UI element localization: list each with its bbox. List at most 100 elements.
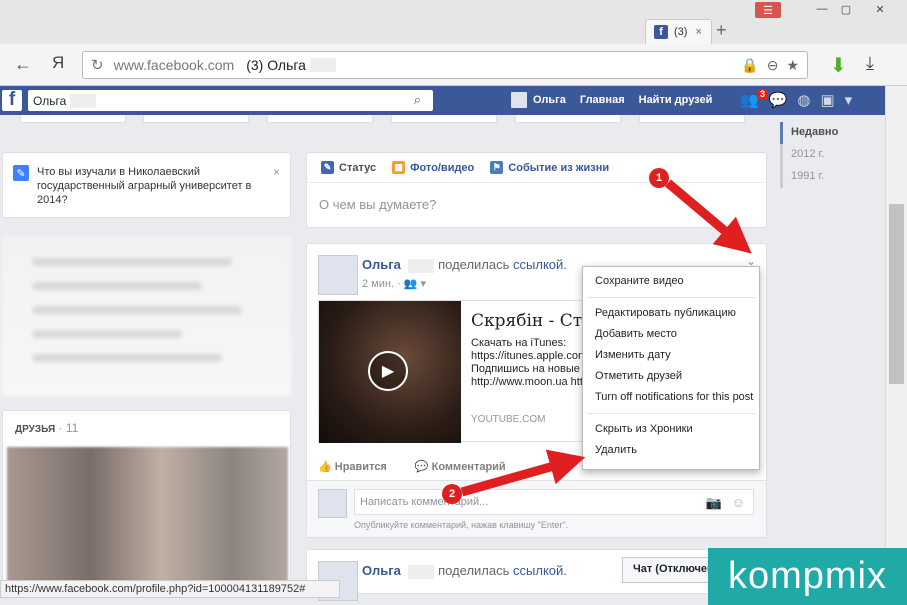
browser-menu-icon[interactable]: ☰	[755, 2, 781, 18]
facebook-header: f Ольга ⌕ Ольга Главная Найти друзей 👥 💬…	[0, 86, 885, 115]
comment-placeholder: Написать комментарий...	[360, 496, 489, 508]
page-title: (3) Ольга	[246, 57, 306, 73]
avatar	[318, 489, 347, 518]
comment-input[interactable]: Написать комментарий... 📷 ☺	[354, 489, 754, 515]
post-link-word[interactable]: ссылкой.	[513, 563, 567, 578]
menu-item-save-video[interactable]: Сохраните видео	[583, 271, 759, 292]
menu-item-turn-off-notifications[interactable]: Turn off notifications for this post	[583, 387, 759, 408]
menu-item-tag-friends[interactable]: Отметить друзей	[583, 366, 759, 387]
menu-item-delete[interactable]: Удалить	[583, 440, 759, 461]
nav-find-friends-link[interactable]: Найти друзей	[639, 94, 713, 106]
menu-divider	[587, 413, 755, 414]
tab-photo-video[interactable]: ▦ Фото/видео	[392, 161, 474, 174]
bookmark-star-icon[interactable]: ★	[786, 57, 799, 74]
video-thumbnail[interactable]: ▶	[319, 301, 461, 443]
post-link-word[interactable]: ссылкой.	[513, 257, 567, 272]
menu-item-add-location[interactable]: Добавить место	[583, 324, 759, 345]
address-bar-row: ← Я ↻ www.facebook.com (3) Ольга 🔒 ⊖ ★ ⬇…	[0, 44, 907, 86]
cover-tab[interactable]	[639, 115, 745, 123]
post-time[interactable]: 2 мин.	[362, 278, 394, 290]
fb-nav: Ольга Главная Найти друзей	[511, 92, 712, 108]
cover-tab[interactable]	[20, 115, 126, 123]
menu-item-change-date[interactable]: Изменить дату	[583, 345, 759, 366]
year-item[interactable]: 1991 г.	[783, 166, 870, 188]
zoom-icon[interactable]: ⊖	[767, 57, 779, 74]
play-icon[interactable]: ▶	[368, 351, 408, 391]
search-icon[interactable]: ⌕	[414, 92, 421, 108]
kompmix-watermark: kompmix	[708, 548, 907, 605]
blurred-line	[32, 330, 182, 338]
menu-divider	[587, 297, 755, 298]
tab-status-label: Статус	[339, 161, 377, 174]
post-author[interactable]: Ольга	[362, 257, 401, 272]
tab-close-icon[interactable]: ×	[695, 26, 701, 38]
menu-item-edit-post[interactable]: Редактировать публикацию	[583, 303, 759, 324]
cover-tab[interactable]	[515, 115, 621, 123]
cover-tab[interactable]	[143, 115, 249, 123]
browser-tab[interactable]: f (3) ×	[645, 19, 712, 44]
tab-title: (3)	[674, 26, 688, 38]
download-green-icon[interactable]: ⬇	[830, 53, 847, 78]
year-item[interactable]: Недавно	[780, 122, 870, 144]
link-source: YOUTUBE.COM	[471, 414, 546, 425]
cover-tab[interactable]	[267, 115, 373, 123]
link-description: Скачать на iTunes: https://itunes.apple.…	[471, 337, 586, 389]
post-author[interactable]: Ольга	[362, 563, 401, 578]
search-input[interactable]: Ольга ⌕	[28, 90, 433, 111]
blurred-intro-block	[2, 236, 291, 396]
tab-status[interactable]: ✎ Статус	[321, 161, 376, 174]
lock-icon[interactable]: 🔒	[741, 57, 758, 74]
comment-hint: Опубликуйте комментарий, нажав клавишу "…	[354, 520, 569, 530]
back-arrow-icon[interactable]: ←	[14, 54, 32, 75]
avatar[interactable]	[318, 255, 358, 295]
nav-profile-link[interactable]: Ольга	[533, 94, 566, 106]
friends-photo-grid[interactable]	[7, 447, 288, 589]
omnibox-icons: 🔒 ⊖ ★	[741, 57, 799, 74]
friend-requests-icon[interactable]: 👥	[740, 91, 759, 109]
settings-chevron-icon[interactable]: ▾	[845, 91, 853, 109]
friends-separator: ·	[58, 421, 66, 435]
avatar[interactable]	[511, 92, 527, 108]
menu-item-hide-from-timeline[interactable]: Скрыть из Хроники	[583, 419, 759, 440]
nav-home-link[interactable]: Главная	[580, 94, 625, 106]
friends-title[interactable]: ДРУЗЬЯ	[15, 424, 55, 435]
page-scrollbar[interactable]	[885, 86, 907, 591]
friends-count: 11	[65, 421, 79, 435]
url-field[interactable]: ↻ www.facebook.com (3) Ольга 🔒 ⊖ ★	[82, 51, 808, 79]
like-button[interactable]: 👍 Нравится	[318, 460, 387, 473]
emoji-icon[interactable]: ☺	[732, 495, 745, 511]
scrollbar-thumb[interactable]	[889, 204, 904, 384]
globe-notifications-icon[interactable]: ◍	[797, 91, 810, 109]
new-tab-button[interactable]: +	[716, 20, 727, 41]
comment-button[interactable]: 💬 Комментарий	[415, 460, 506, 473]
messages-icon[interactable]: 💬	[769, 91, 788, 109]
audience-friends-icon[interactable]: 👥 ▾	[404, 278, 426, 290]
profile-question-text[interactable]: Что вы изучали в Николаевский государств…	[37, 165, 267, 217]
maximize-icon[interactable]: ▢	[832, 0, 860, 18]
friend-requests-badge: 3	[757, 89, 769, 99]
facebook-logo-icon[interactable]: f	[2, 89, 22, 111]
camera-icon[interactable]: 📷	[706, 495, 722, 511]
link-desc-line: https://itunes.apple.com	[471, 350, 586, 362]
tab-life-event[interactable]: ⚑ Событие из жизни	[490, 161, 609, 174]
close-icon[interactable]: ×	[273, 165, 280, 179]
tab-life-event-label: Событие из жизни	[508, 161, 610, 174]
downloads-icon[interactable]: ⤓	[866, 53, 874, 74]
facebook-favicon-icon: f	[654, 25, 668, 39]
blurred-line	[32, 258, 232, 266]
yandex-logo[interactable]: Я	[52, 53, 64, 73]
pencil-icon: ✎	[13, 165, 29, 181]
year-item[interactable]: 2012 г.	[783, 144, 870, 166]
cover-tab[interactable]	[391, 115, 497, 123]
reload-icon[interactable]: ↻	[91, 56, 104, 74]
close-window-icon[interactable]: ✕	[858, 0, 902, 18]
blurred-line	[32, 354, 222, 362]
blurred-line	[32, 306, 242, 314]
post-action: поделилась	[438, 257, 510, 272]
privacy-lock-icon[interactable]: ▣	[820, 91, 834, 109]
like-label: Нравится	[334, 461, 387, 473]
blurred-line	[32, 282, 202, 290]
status-input[interactable]: О чем вы думаете?	[307, 183, 766, 226]
composer-tabs: ✎ Статус ▦ Фото/видео ⚑ Событие из жизни	[307, 153, 766, 183]
search-value: Ольга	[33, 93, 67, 108]
